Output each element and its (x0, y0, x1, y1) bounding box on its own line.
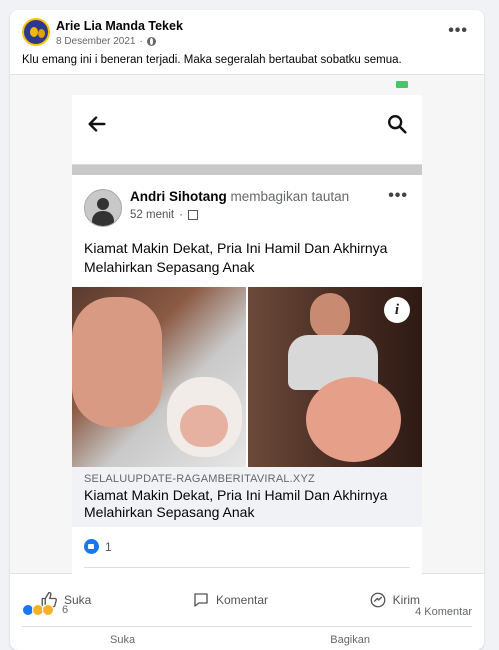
globe-icon (146, 37, 156, 46)
post-meta: 8 Desember 2021 · (56, 36, 156, 47)
inner-post: Andri Sihotang membagikan tautan 52 meni… (72, 175, 422, 575)
badge-icon (396, 81, 408, 88)
share-button[interactable]: Bagikan (330, 634, 370, 646)
comment-count[interactable]: 4 Komentar (415, 606, 472, 618)
action-divider (22, 626, 472, 627)
link-domain: SELALUUPDATE-RAGAMBERITAVIRAL.XYZ (84, 473, 315, 485)
inner-action-bar: Suka Komentar Kirim (40, 591, 420, 609)
author-avatar[interactable] (22, 18, 50, 46)
inner-action-text: membagikan tautan (230, 189, 350, 204)
search-icon (388, 115, 407, 134)
link-preview: SELALUUPDATE-RAGAMBERITAVIRAL.XYZ Kiamat… (72, 467, 422, 527)
inner-meta-separator: · (179, 209, 183, 221)
photo-pregnant-man: i (248, 287, 422, 467)
inner-post-time: 52 menit (130, 209, 175, 221)
meta-separator: · (139, 36, 143, 47)
inner-post-header: Andri Sihotang membagikan tautan (130, 189, 349, 204)
inner-post-text: Kiamat Makin Dekat, Pria Ini Hamil Dan A… (84, 240, 388, 275)
post-caption: Klu emang ini i beneran terjadi. Maka se… (22, 54, 402, 66)
post-date[interactable]: 8 Desember 2021 (56, 36, 136, 47)
comment-icon (194, 593, 208, 607)
messenger-icon (370, 592, 386, 608)
inner-comment-label: Komentar (216, 593, 269, 607)
inner-send-action: Kirim (369, 591, 420, 609)
scrolled-content (72, 155, 422, 165)
inner-send-label: Kirim (392, 593, 420, 607)
inner-divider (84, 567, 410, 568)
reaction-count: 6 (62, 604, 69, 616)
info-icon: i (384, 297, 410, 323)
back-arrow-icon (88, 116, 106, 132)
like-reaction-icon (84, 539, 99, 554)
post-action-bar: Suka Bagikan (110, 634, 370, 646)
page-icon (187, 210, 198, 220)
photo-man-with-baby (72, 287, 246, 467)
post-card: Arie Lia Manda Tekek 8 Desember 2021 · •… (10, 10, 484, 650)
link-title: Kiamat Makin Dekat, Pria Ini Hamil Dan A… (84, 487, 388, 520)
link-image: i (72, 287, 422, 467)
inner-author-name: Andri Sihotang (130, 189, 227, 204)
inner-more-icon: ••• (388, 187, 408, 204)
screenshot-topbar (72, 95, 422, 155)
wow-reaction-icon (42, 604, 54, 616)
shared-screenshot[interactable]: Andri Sihotang membagikan tautan 52 meni… (10, 74, 484, 608)
inner-reactions: 1 (84, 539, 112, 554)
reaction-summary[interactable]: 6 (22, 604, 68, 616)
inner-author-avatar (84, 189, 122, 227)
more-options-icon[interactable]: ••• (448, 22, 468, 40)
inner-post-meta: 52 menit · (130, 209, 198, 221)
post-author[interactable]: Arie Lia Manda Tekek (56, 19, 183, 33)
feed-separator (72, 165, 422, 175)
like-button[interactable]: Suka (110, 634, 135, 646)
inner-comment-action: Komentar (192, 591, 268, 609)
inner-reaction-count: 1 (105, 539, 112, 554)
